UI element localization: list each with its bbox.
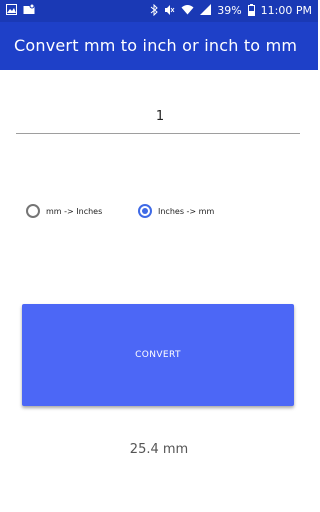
result-text: 25.4 mm [129,442,189,457]
value-input[interactable] [16,98,304,134]
wifi-icon [181,4,194,18]
convert-button-label: CONVERT [135,350,181,360]
convert-button[interactable]: CONVERT [22,304,294,406]
radio-circle-unchecked[interactable] [26,204,40,218]
battery-icon [247,3,255,19]
radio-label-inches-to-mm: Inches -> mm [158,206,215,216]
radio-label-mm-to-inches: mm -> Inches [46,206,103,216]
mute-icon [164,4,175,19]
signal-icon [200,4,212,18]
app-bar: Convert mm to inch or inch to mm [0,22,318,70]
radio-mm-to-inches[interactable]: mm -> Inches [26,204,102,218]
value-field[interactable] [16,98,304,138]
mail-icon [23,3,35,18]
input-underline [16,133,300,134]
bluetooth-icon [150,3,158,19]
battery-percent: 39% [217,4,242,17]
radio-circle-checked[interactable] [138,204,152,218]
clock: 11:00 PM [260,4,312,17]
image-icon [6,4,17,18]
app-title: Convert mm to inch or inch to mm [14,36,298,55]
radio-inches-to-mm[interactable]: Inches -> mm [138,204,214,218]
status-bar: 39% 11:00 PM [0,0,318,22]
